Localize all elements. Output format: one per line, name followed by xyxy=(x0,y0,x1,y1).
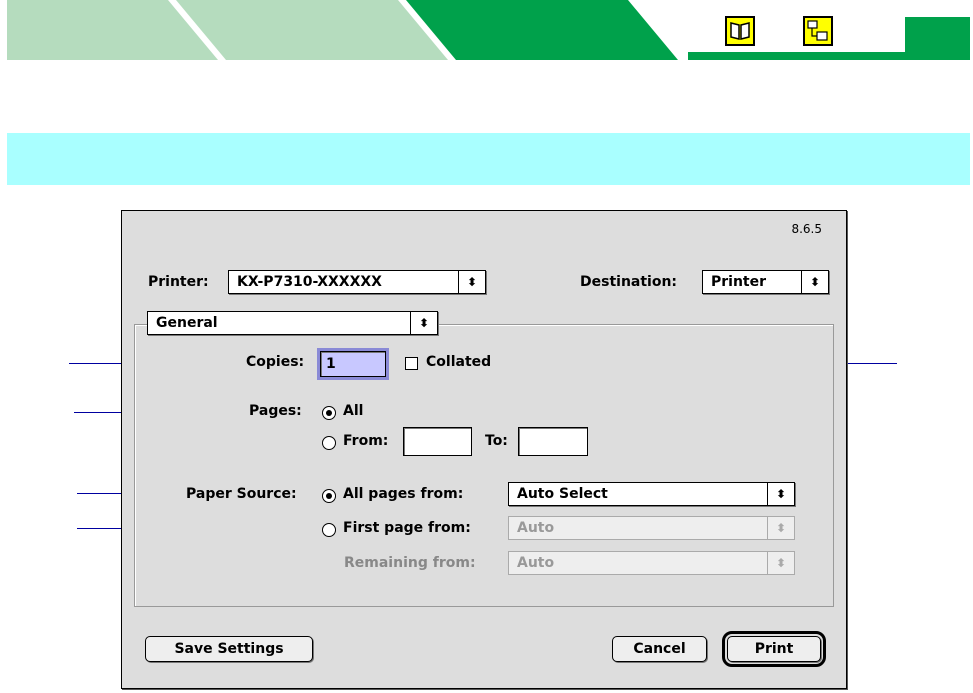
collated-label: Collated xyxy=(426,354,492,370)
book-icon[interactable] xyxy=(725,16,755,46)
print-dialog: 8.6.5 Printer: KX-P7310-XXXXXX ⬍ Destina… xyxy=(121,210,847,689)
first-page-from-value: Auto xyxy=(517,520,555,536)
version-label: 8.6.5 xyxy=(791,222,822,236)
all-pages-from-label: All pages from: xyxy=(343,486,464,502)
pages-to-field[interactable] xyxy=(518,427,588,456)
pages-from-radio[interactable] xyxy=(322,436,336,450)
up-down-arrows-icon: ⬍ xyxy=(801,271,828,293)
panel-popup[interactable]: General ⬍ xyxy=(147,311,438,335)
printer-label: Printer: xyxy=(148,274,209,290)
all-pages-from-radio[interactable] xyxy=(322,489,336,503)
network-icon[interactable] xyxy=(803,16,833,46)
up-down-arrows-icon: ⬍ xyxy=(410,312,437,334)
pages-from-label: From: xyxy=(343,433,389,449)
cancel-button[interactable]: Cancel xyxy=(612,636,707,662)
pages-all-radio[interactable] xyxy=(322,406,336,420)
pages-label: Pages: xyxy=(249,403,302,419)
remaining-from-value: Auto xyxy=(517,555,555,571)
first-page-from-radio[interactable] xyxy=(322,523,336,537)
copies-label: Copies: xyxy=(246,354,305,370)
section-header-bar xyxy=(7,133,970,185)
up-down-arrows-icon: ⬍ xyxy=(767,483,794,505)
panel-popup-value: General xyxy=(156,315,218,331)
remaining-from-label: Remaining from: xyxy=(344,555,476,571)
up-down-arrows-icon: ⬍ xyxy=(458,271,485,293)
destination-popup-value: Printer xyxy=(711,274,767,290)
copies-field[interactable]: 1 xyxy=(317,348,389,380)
destination-popup[interactable]: Printer ⬍ xyxy=(702,270,829,294)
paper-source-label: Paper Source: xyxy=(186,486,297,502)
pages-from-field[interactable] xyxy=(403,427,472,456)
pages-all-label: All xyxy=(343,403,364,419)
save-settings-button[interactable]: Save Settings xyxy=(145,636,313,662)
all-pages-from-popup[interactable]: Auto Select ⬍ xyxy=(508,482,795,506)
up-down-arrows-icon: ⬍ xyxy=(767,517,794,539)
collated-checkbox[interactable] xyxy=(405,357,418,370)
print-button[interactable]: Print xyxy=(722,631,826,667)
up-down-arrows-icon: ⬍ xyxy=(767,552,794,574)
first-page-from-popup[interactable]: Auto ⬍ xyxy=(508,516,795,540)
destination-label: Destination: xyxy=(580,274,678,290)
first-page-from-label: First page from: xyxy=(343,520,471,536)
remaining-from-popup[interactable]: Auto ⬍ xyxy=(508,551,795,575)
pages-to-label: To: xyxy=(485,433,508,449)
printer-popup-value: KX-P7310-XXXXXX xyxy=(237,274,382,290)
printer-popup[interactable]: KX-P7310-XXXXXX ⬍ xyxy=(228,270,486,294)
all-pages-from-value: Auto Select xyxy=(517,486,608,502)
